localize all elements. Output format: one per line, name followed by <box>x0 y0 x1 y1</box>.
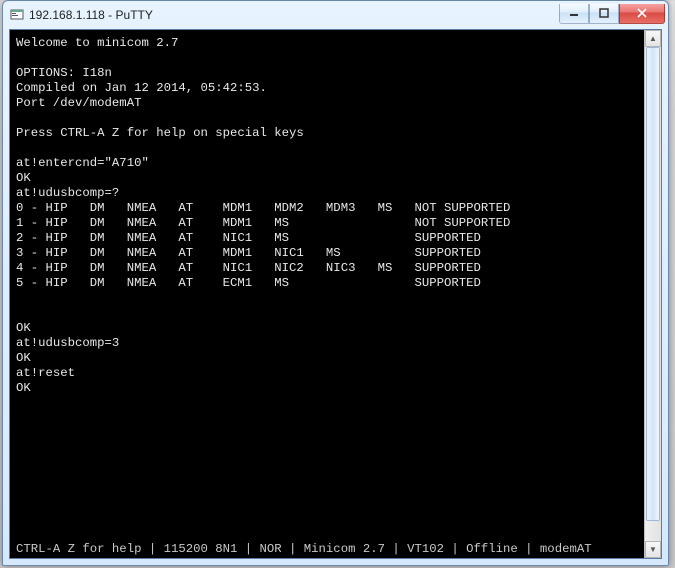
client-area: Welcome to minicom 2.7 OPTIONS: I18n Com… <box>9 29 662 559</box>
putty-icon <box>9 7 25 23</box>
scroll-down-button[interactable]: ▼ <box>645 541 661 558</box>
window-title: 192.168.1.118 - PuTTY <box>29 8 559 22</box>
window-buttons <box>559 4 665 24</box>
status-line: CTRL-A Z for help | 115200 8N1 | NOR | M… <box>16 542 640 556</box>
titlebar[interactable]: 192.168.1.118 - PuTTY <box>3 1 668 29</box>
terminal-output[interactable]: Welcome to minicom 2.7 OPTIONS: I18n Com… <box>10 30 644 558</box>
scroll-track[interactable] <box>645 47 661 541</box>
putty-window: 192.168.1.118 - PuTTY Welcome to minicom… <box>2 0 669 566</box>
scroll-thumb[interactable] <box>646 47 660 521</box>
minimize-button[interactable] <box>559 4 589 24</box>
scroll-up-button[interactable]: ▲ <box>645 30 661 47</box>
scrollbar[interactable]: ▲ ▼ <box>644 30 661 558</box>
close-button[interactable] <box>619 4 665 24</box>
maximize-button[interactable] <box>589 4 619 24</box>
